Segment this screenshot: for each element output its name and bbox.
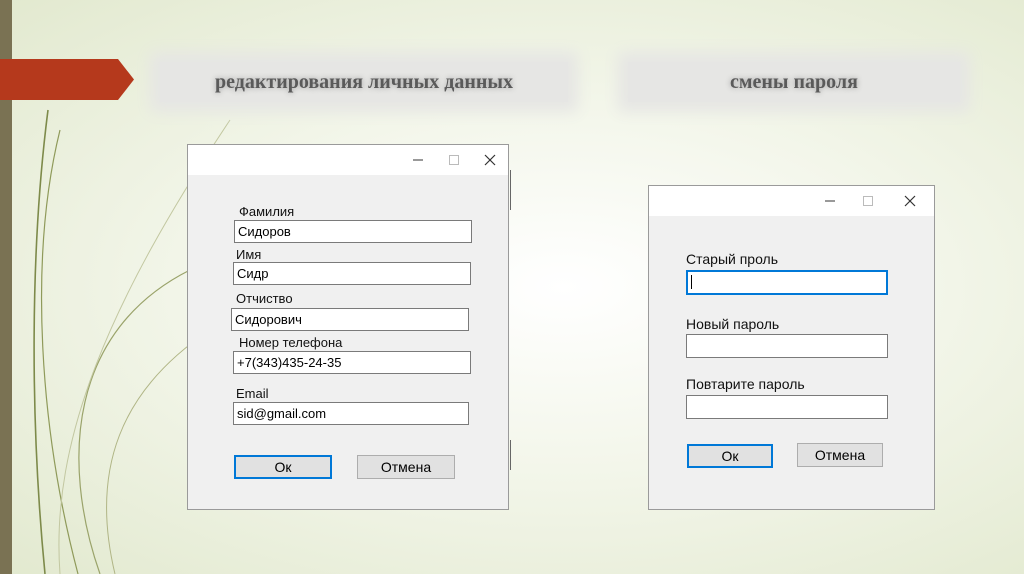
label-surname: Фамилия [239,204,295,219]
profile-window-titlebar [188,145,508,175]
label-patronymic: Отчиство [236,291,293,306]
close-icon[interactable] [892,186,928,216]
minimize-icon[interactable] [812,186,848,216]
label-first-name: Имя [236,247,262,262]
phone-input[interactable] [233,351,471,374]
repeat-password-input[interactable] [686,395,888,419]
ok-button[interactable]: Ок [234,455,332,479]
label-old-password: Старый проль [686,251,779,267]
new-password-input[interactable] [686,334,888,358]
label-email: Email [236,386,269,401]
surname-input[interactable] [234,220,472,243]
label-repeat-password: Повтарите пароль [686,376,805,392]
password-window-titlebar [649,186,934,216]
label-phone: Номер телефона [239,335,343,350]
email-input[interactable] [233,402,469,425]
close-icon[interactable] [472,145,508,175]
maximize-icon[interactable] [850,186,886,216]
first-name-input[interactable] [233,262,471,285]
old-password-input[interactable] [686,270,888,295]
profile-edit-window: Фамилия Имя Отчиство Номер телефона Emai… [187,144,509,510]
maximize-icon[interactable] [436,145,472,175]
ok-button[interactable]: Ок [687,444,773,468]
window-edge-artifact [510,170,511,210]
old-password-wrapper [686,270,888,295]
heading-password-change: смены пароля [628,62,960,102]
window-edge-artifact [510,440,511,470]
heading-profile-edit: редактирования личных данных [160,62,568,102]
label-new-password: Новый пароль [686,316,780,332]
title-arrow-shape [0,59,134,100]
cancel-button[interactable]: Отмена [797,443,883,467]
patronymic-input[interactable] [231,308,469,331]
cancel-button[interactable]: Отмена [357,455,455,479]
minimize-icon[interactable] [400,145,436,175]
text-caret [691,275,692,289]
password-change-window: Старый проль Новый пароль Повтарите паро… [648,185,935,510]
